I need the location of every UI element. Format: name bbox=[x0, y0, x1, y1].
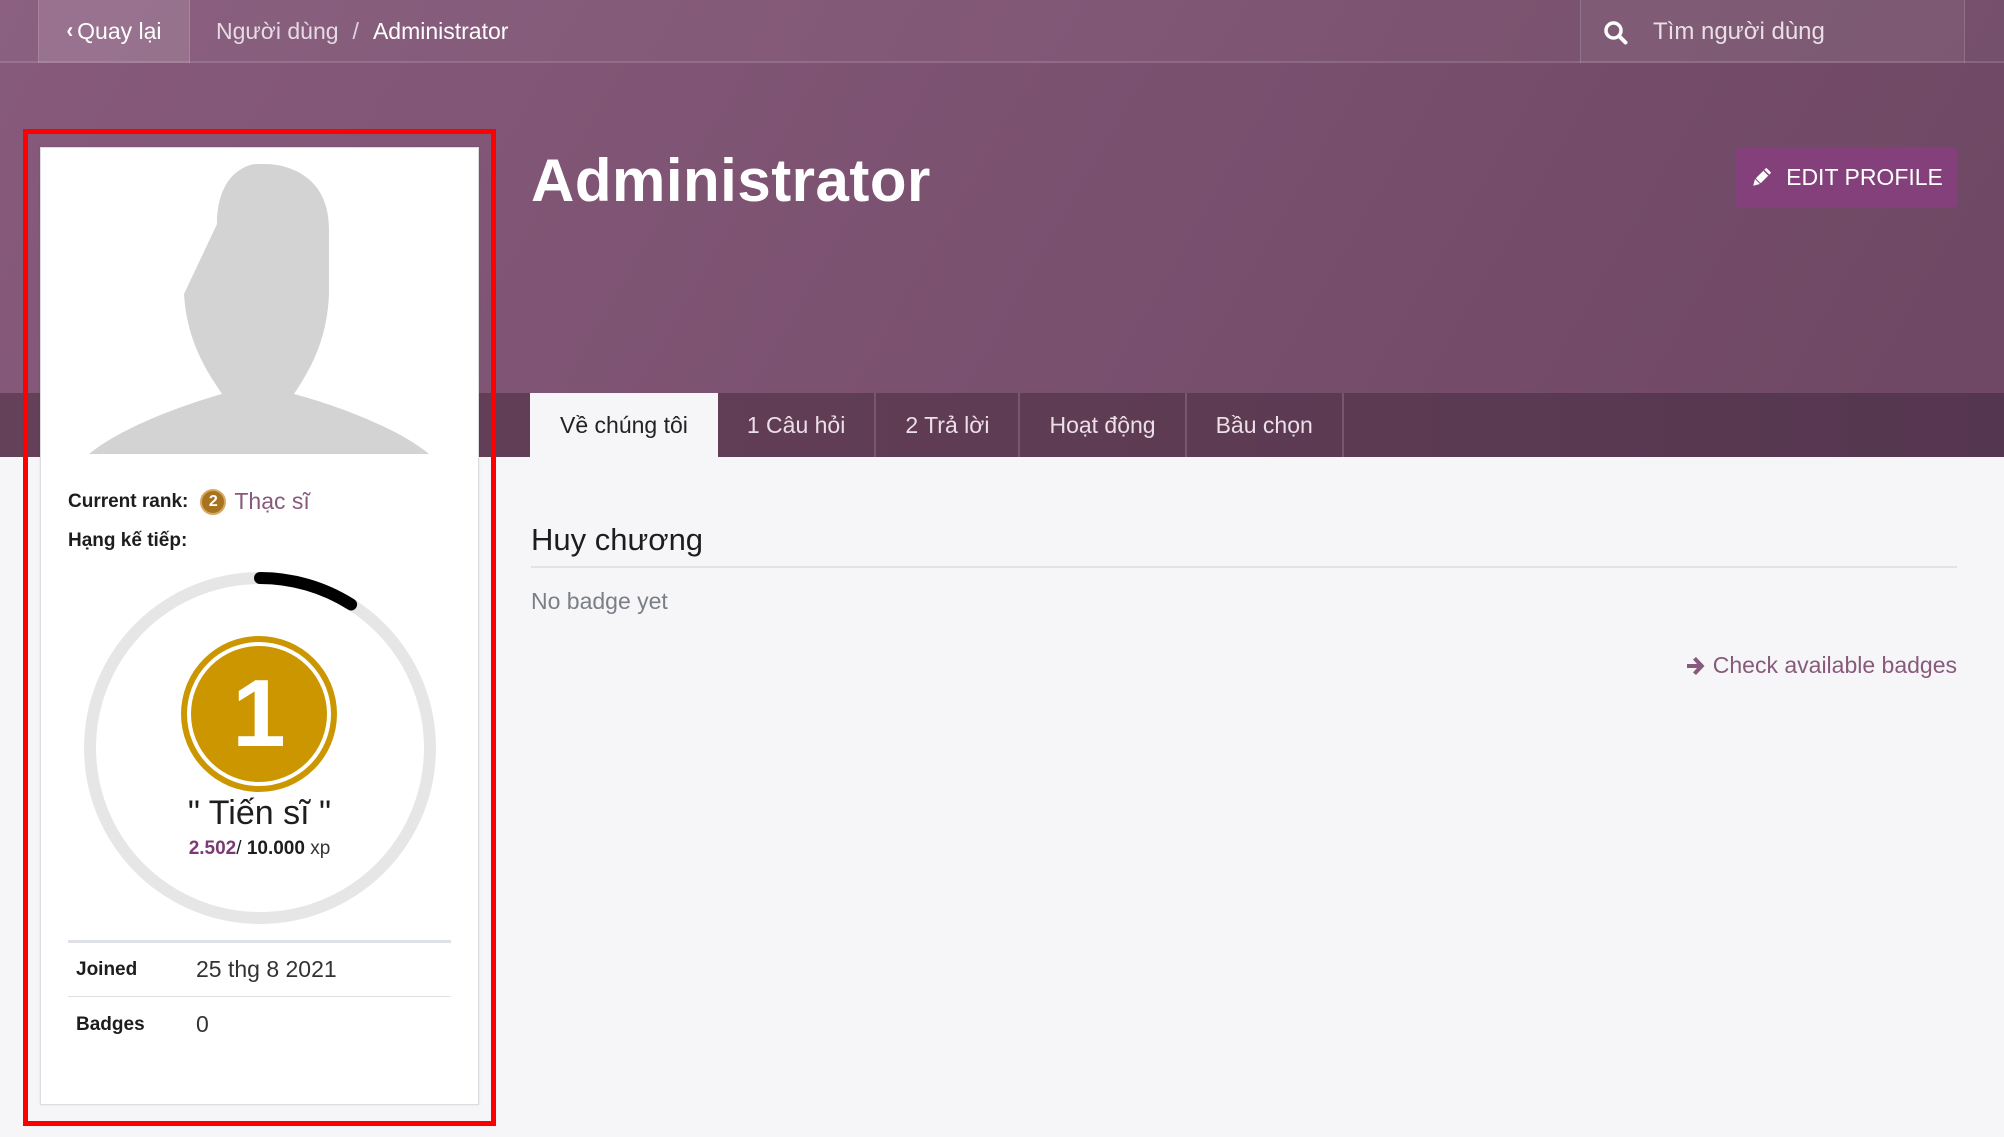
pencil-icon bbox=[1753, 167, 1771, 186]
breadcrumb-current: Administrator bbox=[372, 18, 509, 44]
info-value: 25 thg 8 2021 bbox=[196, 956, 337, 982]
xp-progress-text: 2.502/ 10.000 xp bbox=[41, 838, 478, 860]
chevron-left-icon: ‹ bbox=[66, 18, 74, 44]
tab-activity[interactable]: Hoạt động bbox=[1020, 393, 1187, 457]
current-rank-name[interactable]: Thạc sĩ bbox=[234, 488, 309, 515]
default-avatar-silhouette-icon bbox=[89, 164, 429, 454]
info-key: Joined bbox=[76, 958, 138, 980]
info-key: Badges bbox=[76, 1013, 145, 1035]
xp-unit: xp bbox=[310, 838, 331, 859]
next-rank-number: 1 bbox=[187, 642, 331, 786]
check-badges-label: Check available badges bbox=[1712, 652, 1957, 678]
badges-section-title: Huy chương bbox=[531, 522, 1957, 568]
next-rank-label: Hạng kế tiếp: bbox=[68, 530, 188, 551]
back-button[interactable]: ‹ Quay lại bbox=[38, 0, 190, 63]
no-badges-text: No badge yet bbox=[531, 588, 668, 614]
edit-profile-button[interactable]: EDIT PROFILE bbox=[1736, 147, 1957, 208]
top-navbar: ‹ Quay lại Người dùng / Administrator bbox=[0, 0, 2004, 63]
xp-total: 10.000 bbox=[246, 838, 305, 859]
current-rank-row: Current rank: 2 Thạc sĩ bbox=[68, 488, 310, 515]
tab-about[interactable]: Về chúng tôi bbox=[530, 393, 718, 457]
xp-separator: / bbox=[236, 838, 247, 859]
breadcrumb-separator: / bbox=[352, 18, 359, 44]
avatar bbox=[41, 148, 478, 458]
current-rank-label: Current rank: bbox=[68, 490, 189, 512]
tab-questions[interactable]: 1 Câu hỏi bbox=[718, 393, 877, 457]
user-search-box bbox=[1580, 0, 1965, 63]
xp-ring-progress bbox=[254, 572, 358, 611]
info-row-joined: Joined 25 thg 8 2021 bbox=[68, 940, 451, 996]
info-row-badges: Badges 0 bbox=[68, 996, 451, 1052]
profile-info-table: Joined 25 thg 8 2021 Badges 0 bbox=[68, 940, 451, 1052]
check-badges-link[interactable]: Check available badges bbox=[1685, 652, 1957, 679]
breadcrumb: Người dùng / Administrator bbox=[216, 0, 508, 63]
xp-current: 2.502 bbox=[188, 838, 237, 859]
next-rank-name: " Tiến sĩ " bbox=[187, 794, 332, 832]
rank-badge-icon: 2 bbox=[200, 488, 227, 515]
profile-title: Administrator bbox=[531, 147, 931, 214]
profile-tabs: Về chúng tôi 1 Câu hỏi 2 Trả lời Hoạt độ… bbox=[530, 393, 1344, 457]
tab-votes[interactable]: Bầu chọn bbox=[1187, 393, 1344, 457]
user-search-input[interactable] bbox=[1653, 12, 1953, 52]
back-button-label: Quay lại bbox=[77, 18, 162, 44]
next-rank-medal-icon: 1 bbox=[181, 636, 337, 792]
edit-profile-label: EDIT PROFILE bbox=[1786, 164, 1943, 190]
tab-answers[interactable]: 2 Trả lời bbox=[876, 393, 1021, 457]
search-icon[interactable] bbox=[1603, 20, 1629, 46]
arrow-right-icon bbox=[1686, 656, 1705, 675]
info-value: 0 bbox=[196, 1011, 209, 1037]
profile-card: Current rank: 2 Thạc sĩ Hạng kế tiếp: 1 … bbox=[40, 147, 479, 1105]
breadcrumb-users-link[interactable]: Người dùng bbox=[216, 18, 339, 45]
